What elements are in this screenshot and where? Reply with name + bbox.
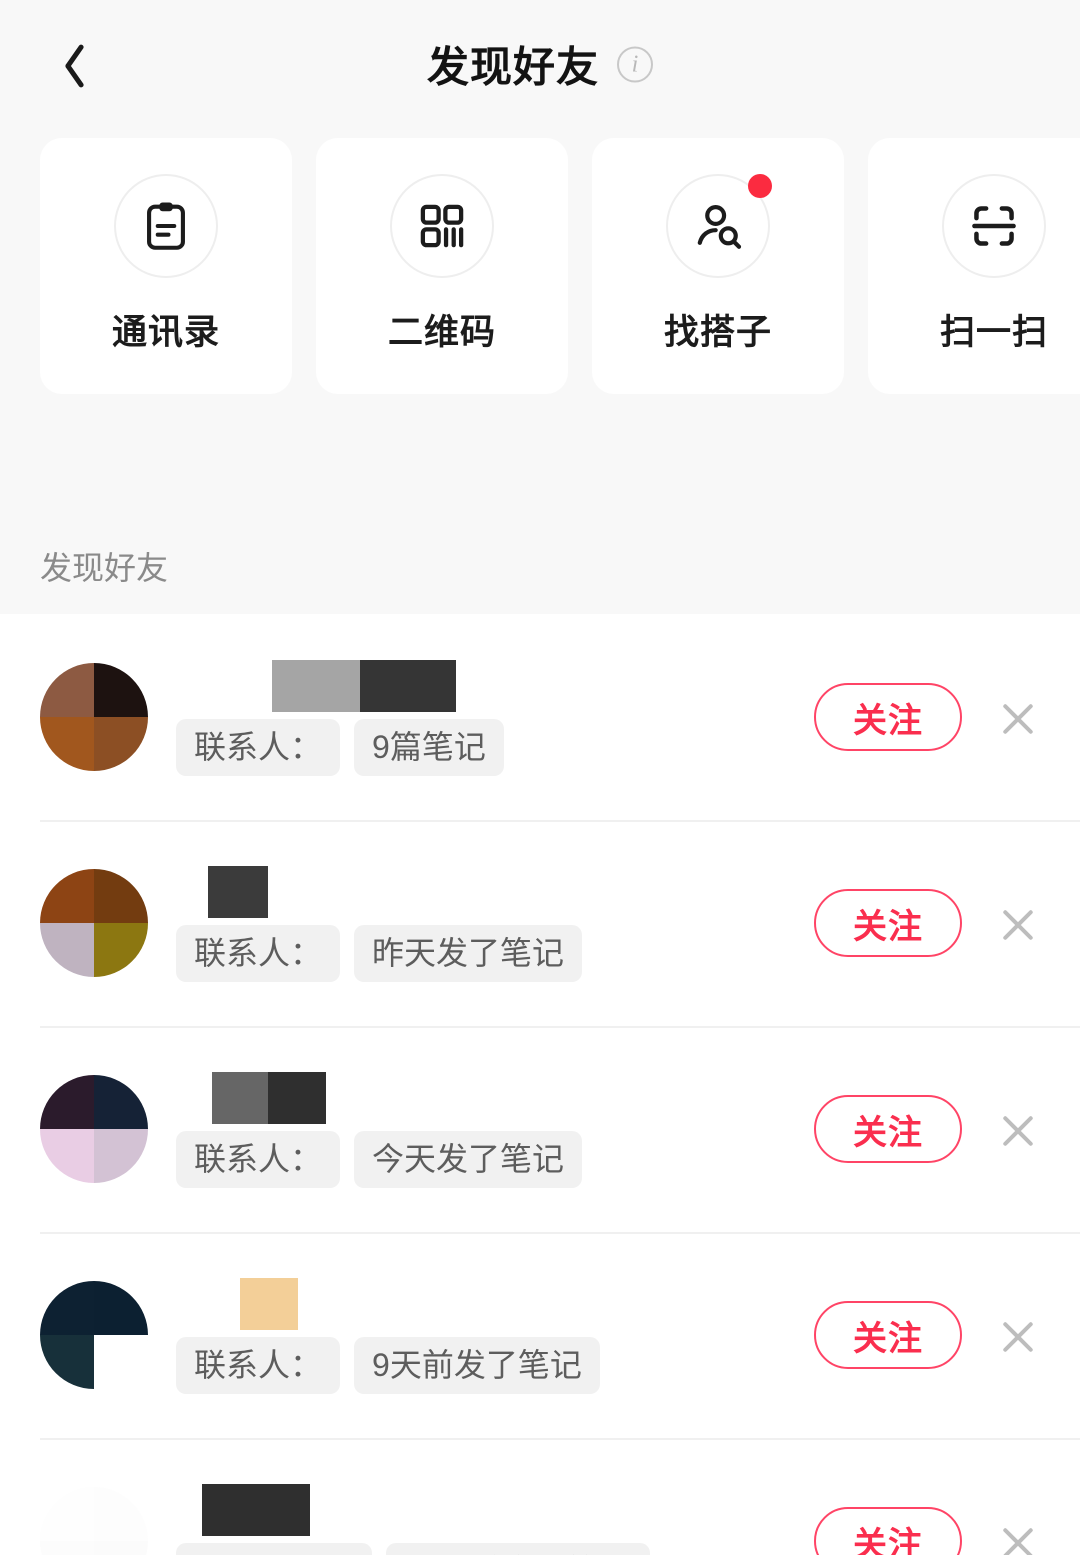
redacted-username [202,1484,310,1536]
activity-tag: 9天前发了笔记 [354,1337,600,1394]
section-header: 发现好友 [0,518,1080,614]
quick-action-label: 找搭子 [663,313,772,352]
list-item-body: 联系人： 9天前发了笔记 [176,1270,798,1400]
notification-badge-dot [748,174,772,198]
avatar[interactable] [40,1487,148,1555]
list-item-actions: 关注 [814,683,1040,751]
tag-row: 联系人： 今天发了笔记 [176,1131,583,1188]
list-item-actions: 关注 [814,1507,1040,1555]
avatar-block [94,1541,148,1555]
scan-frame-icon-wrap [942,174,1046,278]
quick-action-qrcode[interactable]: 二维码 [316,138,568,394]
quick-action-label: 扫一扫 [939,313,1048,352]
redacted-username [212,1072,326,1124]
list-item-body: 联系人： 昨天发了笔记 [176,858,798,988]
quick-actions-section: 通讯录 二维码 找搭子 扫一扫 [0,128,1080,518]
list-item-body: 联系人： 9篇笔记 [176,652,798,782]
clipboard-icon-wrap [114,174,218,278]
activity-tag: 13天前发了笔记 [386,1543,650,1555]
quick-action-label: 通讯录 [111,313,220,352]
avatar[interactable] [40,869,148,977]
avatar-block [40,663,94,717]
quick-action-find-partner[interactable]: 找搭子 [592,138,844,394]
close-icon[interactable] [996,695,1040,739]
close-icon[interactable] [996,1107,1040,1151]
person-search-icon-wrap [666,174,772,278]
discover-friends-screen: 发现好友 i 通讯录 二维码 找搭子 扫一扫 发现好友 联系人： 9篇笔记 关注… [0,0,1080,1555]
follow-button[interactable]: 关注 [814,889,962,957]
avatar[interactable] [40,663,148,771]
avatar-block [94,923,148,977]
relation-tag: 联系人： [176,1131,341,1188]
follow-button[interactable]: 关注 [814,683,962,751]
avatar-block [94,1335,148,1389]
close-icon[interactable] [996,901,1040,945]
tag-row: 联系人： 9天前发了笔记 [176,1337,600,1394]
section-title: 发现好友 [40,550,169,586]
redacted-username [208,866,268,918]
list-item-actions: 关注 [814,1301,1040,1369]
avatar-block [94,1075,148,1129]
relation-tag: 联系人： [176,1337,341,1394]
avatar-block [94,663,148,717]
qrcode-icon-wrap [390,174,494,278]
scan-frame-icon [972,206,1016,246]
avatar-block [40,1075,94,1129]
list-item[interactable]: 联系人： 今天发了笔记 关注 [0,1026,1080,1232]
info-icon[interactable]: i [617,46,653,82]
clipboard-icon [147,202,185,250]
avatar-block [40,869,94,923]
avatar-block [40,1129,94,1183]
relation-tag: 联系人： [176,925,341,982]
person-search-icon [697,205,742,249]
tag-row: 你可能认识 13天前发了笔记 [176,1543,650,1555]
activity-tag: 今天发了笔记 [354,1131,583,1188]
activity-tag: 昨天发了笔记 [354,925,583,982]
friend-suggestion-list: 联系人： 9篇笔记 关注 联系人： 昨天发了笔记 关注 联系人： 今天发了笔记 … [0,614,1080,1555]
list-item[interactable]: 联系人： 昨天发了笔记 关注 [0,820,1080,1026]
list-item-actions: 关注 [814,889,1040,957]
tag-row: 联系人： 9篇笔记 [176,719,504,776]
avatar[interactable] [40,1075,148,1183]
avatar-block [94,1281,148,1335]
avatar-block [40,717,94,771]
header-center: 发现好友 i [0,34,1080,95]
avatar-block [94,717,148,771]
list-item[interactable]: 联系人： 9篇笔记 关注 [0,614,1080,820]
close-icon[interactable] [996,1519,1040,1555]
quick-actions-scroller[interactable]: 通讯录 二维码 找搭子 扫一扫 [0,138,1080,394]
follow-button[interactable]: 关注 [814,1507,962,1555]
avatar-block [94,869,148,923]
avatar-block [40,1281,94,1335]
quick-action-scan[interactable]: 扫一扫 [868,138,1080,394]
list-item[interactable]: 你可能认识 13天前发了笔记 关注 [0,1438,1080,1555]
page-title: 发现好友 [426,43,599,91]
list-item[interactable]: 联系人： 9天前发了笔记 关注 [0,1232,1080,1438]
list-item-actions: 关注 [814,1095,1040,1163]
avatar[interactable] [40,1281,148,1389]
close-icon[interactable] [996,1313,1040,1357]
follow-button[interactable]: 关注 [814,1301,962,1369]
app-header: 发现好友 i [0,0,1080,128]
avatar-block [40,923,94,977]
qrcode-icon [420,204,464,248]
quick-action-label: 二维码 [387,313,496,352]
relation-tag: 你可能认识 [176,1543,373,1555]
list-item-body: 你可能认识 13天前发了笔记 [176,1476,798,1555]
follow-button[interactable]: 关注 [814,1095,962,1163]
redacted-username [240,1278,298,1330]
avatar-block [94,1487,148,1541]
avatar-block [94,1129,148,1183]
tag-row: 联系人： 昨天发了笔记 [176,925,583,982]
quick-action-contacts[interactable]: 通讯录 [40,138,292,394]
avatar-block [40,1487,94,1541]
relation-tag: 联系人： [176,719,341,776]
redacted-username [272,660,456,712]
activity-tag: 9篇笔记 [354,719,504,776]
avatar-block [40,1541,94,1555]
list-item-body: 联系人： 今天发了笔记 [176,1064,798,1194]
avatar-block [40,1335,94,1389]
